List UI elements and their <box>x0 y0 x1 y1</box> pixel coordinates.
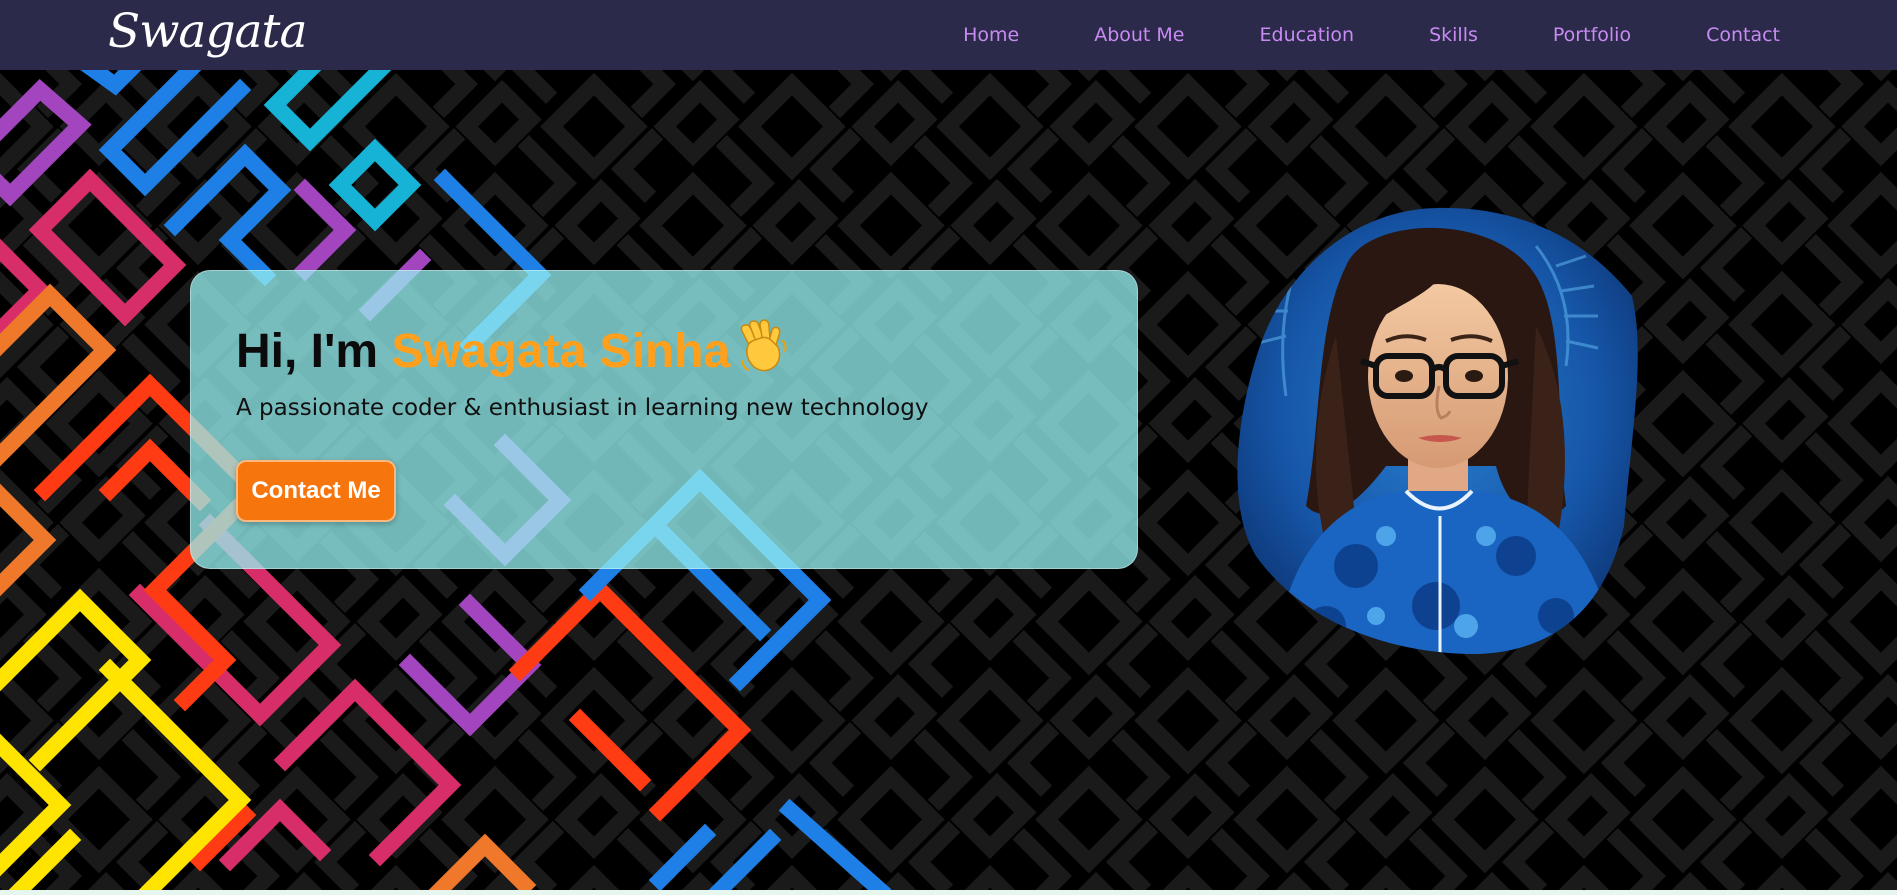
intro-card: Hi, I'm Swagata Sinha A passionate coder… <box>190 270 1138 569</box>
hero-subtitle: A passionate coder & enthusiast in learn… <box>236 395 929 421</box>
nav-link-about-me[interactable]: About Me <box>1094 24 1184 46</box>
nav-link-skills[interactable]: Skills <box>1429 24 1478 46</box>
greeting-text: Hi, I'm <box>236 325 379 379</box>
nav-link-contact[interactable]: Contact <box>1706 24 1780 46</box>
page: Swagata Home About Me Education Skills P… <box>0 0 1897 895</box>
waving-hand-icon <box>736 317 794 392</box>
nav-link-home[interactable]: Home <box>963 24 1019 46</box>
intro-heading: Hi, I'm Swagata Sinha <box>236 317 794 392</box>
profile-portrait <box>1237 207 1638 654</box>
site-logo[interactable]: Swagata <box>108 2 307 62</box>
bottom-strip <box>0 890 1897 895</box>
navbar: Swagata Home About Me Education Skills P… <box>0 0 1897 70</box>
contact-me-button[interactable]: Contact Me <box>236 460 396 522</box>
nav-link-education[interactable]: Education <box>1260 24 1355 46</box>
nav-links: Home About Me Education Skills Portfolio… <box>963 0 1780 70</box>
hero-name: Swagata Sinha <box>391 325 731 379</box>
nav-link-portfolio[interactable]: Portfolio <box>1553 24 1631 46</box>
